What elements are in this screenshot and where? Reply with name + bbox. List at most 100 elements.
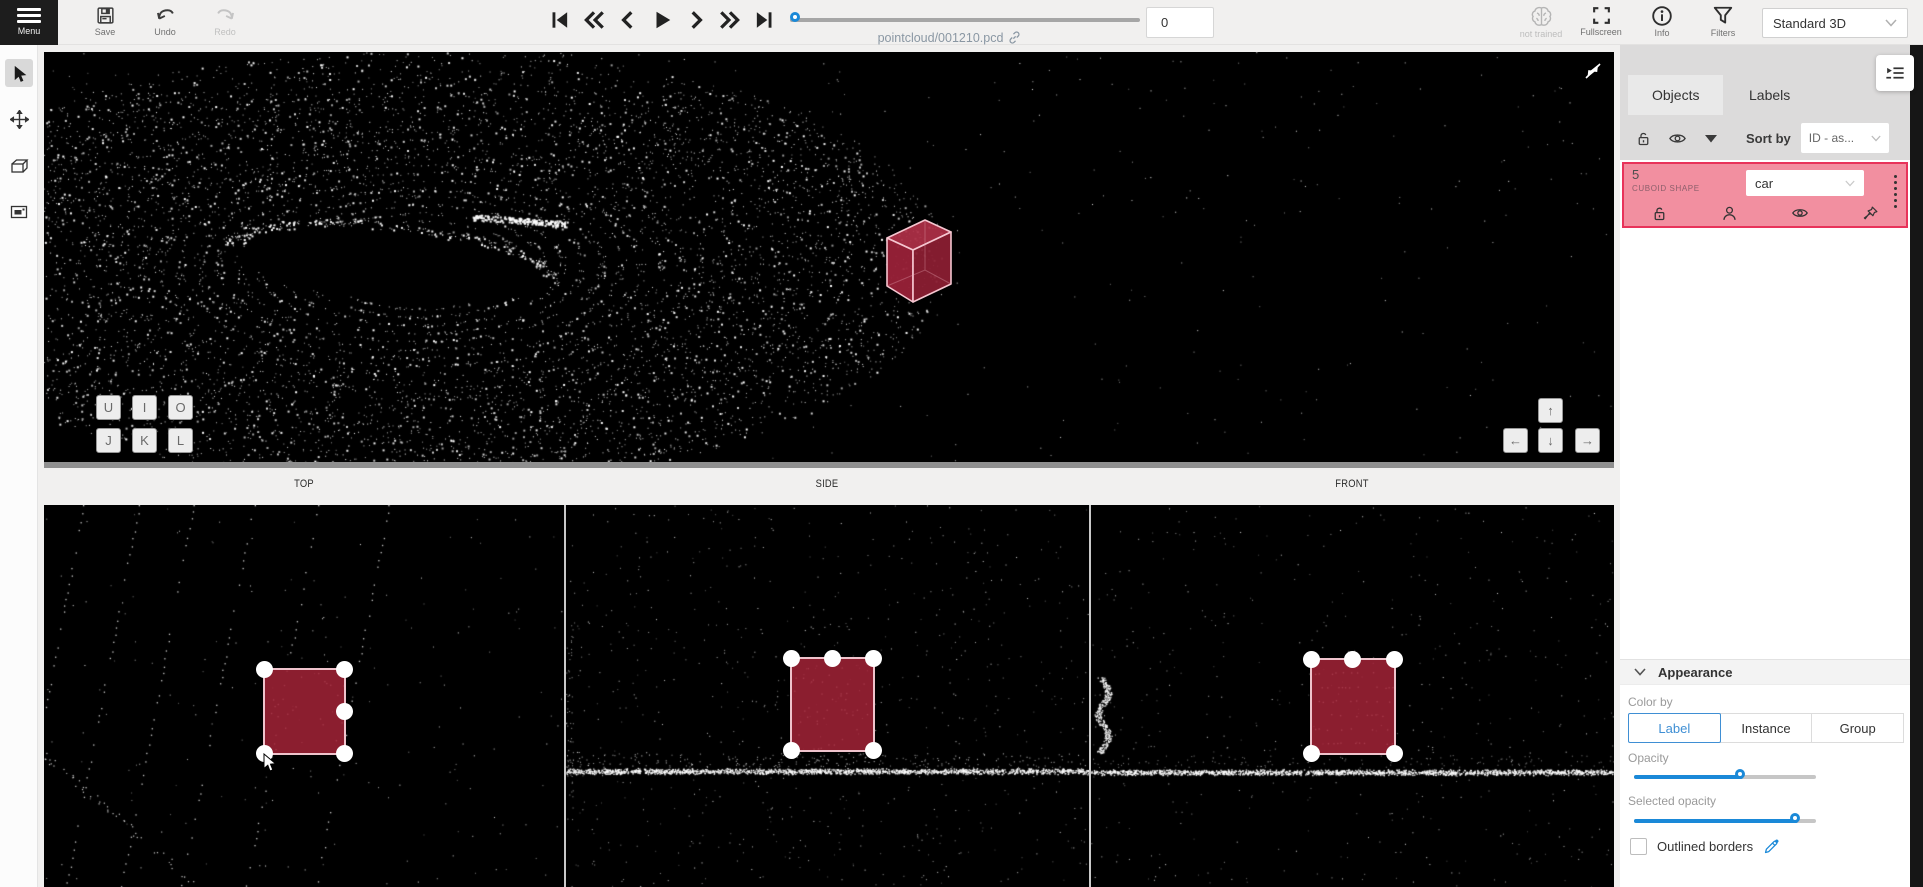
fullscreen-button[interactable]: Fullscreen [1576, 3, 1626, 37]
nav-left-button[interactable]: ← [1503, 428, 1528, 453]
selected-cuboid[interactable] [882, 212, 958, 310]
color-by-group-button[interactable]: Group [1811, 713, 1904, 743]
fast-rewind-button[interactable] [580, 7, 608, 33]
object-id: 5 [1632, 167, 1639, 182]
opacity-slider[interactable] [1634, 769, 1816, 785]
bbox-handle[interactable] [865, 650, 882, 667]
top-orthographic-view[interactable] [44, 505, 564, 887]
front-orthographic-view[interactable] [1091, 505, 1614, 887]
color-by-label-button[interactable]: Label [1628, 713, 1721, 743]
undo-label: Undo [140, 27, 190, 37]
info-button[interactable]: Info [1637, 3, 1687, 38]
object-list-item[interactable]: 5 CUBOID SHAPE car [1622, 162, 1908, 228]
bbox-handle[interactable] [1303, 745, 1320, 762]
bbox-handle[interactable] [783, 742, 800, 759]
collapse-view-button[interactable] [1582, 60, 1604, 82]
bbox-handle[interactable] [783, 650, 800, 667]
nav-right-button[interactable]: → [1575, 428, 1600, 453]
selected-opacity-slider-handle[interactable] [1790, 813, 1800, 823]
sort-select[interactable]: ID - as... [1801, 123, 1889, 153]
redo-icon [215, 5, 236, 26]
hotkey-k[interactable]: K [132, 428, 157, 453]
cuboid-tool-button[interactable] [5, 152, 33, 180]
nav-up-button[interactable]: ↑ [1538, 398, 1563, 423]
bbox-handle[interactable] [336, 661, 353, 678]
tab-labels[interactable]: Labels [1725, 75, 1814, 115]
redo-label: Redo [200, 27, 250, 37]
unlock-icon [1651, 205, 1668, 222]
frame-number-input[interactable] [1146, 7, 1214, 38]
object-lock-button[interactable] [1648, 202, 1670, 224]
menu-button[interactable]: Menu [0, 0, 58, 45]
object-shape-type: CUBOID SHAPE [1632, 184, 1700, 193]
skip-to-end-icon [753, 9, 775, 31]
fast-forward-button[interactable] [716, 7, 744, 33]
expand-all-button[interactable] [1700, 127, 1722, 149]
main-3d-viewport[interactable]: U I O J K L ↑ ← ↓ → [44, 52, 1614, 462]
info-icon [1651, 5, 1673, 27]
previous-frame-button[interactable] [614, 7, 642, 33]
bbox-handle[interactable] [1386, 745, 1403, 762]
bbox-handle[interactable] [336, 745, 353, 762]
tab-objects[interactable]: Objects [1628, 75, 1723, 115]
hotkey-l[interactable]: L [168, 428, 193, 453]
lock-all-button[interactable] [1632, 127, 1654, 149]
top-toolbar: Menu Save Undo Redo pointcloud/001210.pc… [0, 0, 1923, 45]
visibility-all-button[interactable] [1666, 127, 1688, 149]
bbox-handle[interactable] [1386, 651, 1403, 668]
bbox-rotate-handle[interactable] [824, 650, 841, 667]
skip-to-end-button[interactable] [750, 7, 778, 33]
appearance-section-header[interactable]: Appearance [1620, 659, 1910, 685]
bbox-rotate-handle[interactable] [1344, 651, 1361, 668]
side-view-bbox[interactable] [790, 657, 875, 752]
panel-collapse-button[interactable] [1876, 55, 1914, 91]
view-mode-select[interactable]: Standard 3D [1762, 8, 1908, 38]
color-by-instance-button[interactable]: Instance [1720, 713, 1813, 743]
eyedropper-icon[interactable] [1763, 838, 1780, 855]
top-view-bbox[interactable] [263, 668, 346, 755]
view-mode-value: Standard 3D [1773, 16, 1846, 31]
object-pin-button[interactable] [1860, 202, 1882, 224]
info-label: Info [1637, 28, 1687, 38]
redo-button[interactable]: Redo [200, 3, 250, 37]
timeline-handle[interactable] [790, 12, 800, 22]
selected-opacity-slider[interactable] [1634, 813, 1816, 829]
pointer-tool-button[interactable] [5, 59, 33, 87]
frame-select-tool-button[interactable] [5, 198, 33, 226]
front-view-bbox[interactable] [1310, 658, 1396, 755]
bbox-rotate-handle[interactable] [336, 703, 353, 720]
save-icon [95, 5, 116, 26]
person-icon [1721, 205, 1738, 222]
hotkey-i[interactable]: I [132, 395, 157, 420]
sort-by-label: Sort by [1746, 131, 1791, 146]
hotkey-u[interactable]: U [96, 395, 121, 420]
outlined-borders-checkbox[interactable] [1630, 838, 1647, 855]
skip-to-start-button[interactable] [546, 7, 574, 33]
object-author-button[interactable] [1719, 202, 1741, 224]
link-icon[interactable] [1007, 30, 1022, 45]
pan-tool-button[interactable] [5, 105, 33, 133]
object-class-select[interactable]: car [1746, 170, 1864, 196]
hotkey-j[interactable]: J [96, 428, 121, 453]
bbox-handle[interactable] [1303, 651, 1320, 668]
bbox-handle[interactable] [865, 742, 882, 759]
timeline-track[interactable] [790, 18, 1140, 22]
opacity-label: Opacity [1628, 751, 1669, 765]
next-frame-button[interactable] [682, 7, 710, 33]
filters-button[interactable]: Filters [1698, 3, 1748, 38]
arrow-up-icon: ↑ [1547, 403, 1554, 418]
play-button[interactable] [648, 7, 676, 33]
triangle-down-icon [1705, 134, 1717, 143]
side-orthographic-view[interactable] [566, 505, 1089, 887]
viewport-resize-handle[interactable] [44, 462, 1614, 468]
fast-rewind-icon [582, 9, 606, 31]
nav-down-button[interactable]: ↓ [1538, 428, 1563, 453]
main-pointcloud-canvas[interactable] [44, 52, 1614, 462]
hotkey-o[interactable]: O [168, 395, 193, 420]
undo-button[interactable]: Undo [140, 3, 190, 37]
object-visibility-button[interactable] [1789, 202, 1811, 224]
collapsed-panel-strip[interactable] [1910, 45, 1923, 887]
bbox-handle[interactable] [256, 661, 273, 678]
timeline-slider[interactable] [790, 17, 1140, 23]
save-button[interactable]: Save [80, 3, 130, 37]
